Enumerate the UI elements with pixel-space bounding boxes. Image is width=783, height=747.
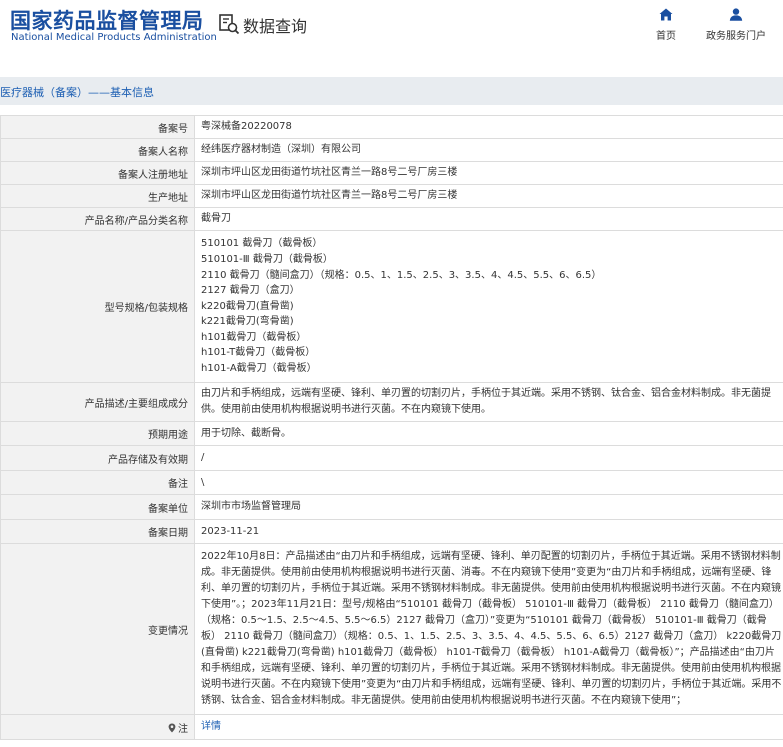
table-row: 型号规格/包装规格 510101 截骨刀（截骨板） 510101-Ⅲ 截骨刀（截…	[0, 230, 783, 383]
field-value: 2023-11-21	[194, 519, 783, 544]
table-row: 备案日期 2023-11-21	[0, 519, 783, 544]
field-label: 产品存储及有效期	[0, 445, 195, 471]
field-label: 注	[178, 723, 188, 735]
field-label: 备案号	[0, 115, 195, 139]
field-value: 用于切除、截断骨。	[194, 421, 783, 446]
pin-icon	[168, 723, 176, 732]
change-history: 2022年10月8日：产品描述由“由刀片和手柄组成，远端有坚硬、锋利、单刃配置的…	[194, 543, 783, 715]
note-value-cell: 详情	[194, 714, 783, 740]
field-label: 备案人注册地址	[0, 161, 195, 185]
model-item: 510101-Ⅲ 截骨刀（截骨板）	[201, 253, 333, 265]
field-label: 产品名称/产品分类名称	[0, 207, 195, 231]
field-value: 经纬医疗器材制造（深圳）有限公司	[194, 138, 783, 162]
field-value: /	[194, 445, 783, 471]
model-item: 2127 截骨刀（盒刀）	[201, 285, 300, 297]
model-item: h101-T截骨刀（截骨板）	[201, 347, 316, 359]
field-label: 生产地址	[0, 184, 195, 208]
field-label: 备案日期	[0, 519, 195, 544]
nav-service-portal-label: 政务服务门户	[706, 31, 766, 42]
table-row: 备注 \	[0, 470, 783, 495]
model-item: 2110 截骨刀（髓间盒刀）（规格：0.5、1、1.5、2.5、3、3.5、4、…	[201, 269, 602, 281]
nav-service-portal[interactable]: 政务服务门户	[700, 8, 772, 42]
model-list: 510101 截骨刀（截骨板） 510101-Ⅲ 截骨刀（截骨板） 2110 截…	[194, 230, 783, 383]
details-link[interactable]: 详情	[201, 721, 221, 732]
table-row: 备案单位 深圳市市场监督管理局	[0, 494, 783, 520]
table-row: 备案人名称 经纬医疗器材制造（深圳）有限公司	[0, 138, 783, 162]
model-item: 510101 截骨刀（截骨板）	[201, 238, 323, 250]
table-row: 注 详情	[0, 714, 783, 740]
field-label: 备案人名称	[0, 138, 195, 162]
model-item: k221截骨刀(弯骨凿)	[201, 316, 294, 328]
page-title: 数据查询	[243, 17, 308, 36]
model-item: h101截骨刀（截骨板）	[201, 331, 307, 343]
site-header: 国家药品监督管理局 National Medical Products Admi…	[0, 0, 783, 62]
field-label: 备案单位	[0, 494, 195, 520]
nav-home[interactable]: 首页	[651, 8, 681, 42]
data-query-icon	[219, 14, 240, 35]
table-row: 备案人注册地址 深圳市坪山区龙田街道竹坑社区青兰一路8号二号厂房三楼	[0, 161, 783, 185]
field-value: 深圳市坪山区龙田街道竹坑社区青兰一路8号二号厂房三楼	[194, 184, 783, 208]
field-value: 粤深械备20220078	[194, 115, 783, 139]
breadcrumb[interactable]: 医疗器械（备案）——基本信息	[0, 84, 154, 100]
table-row: 产品存储及有效期 /	[0, 445, 783, 471]
model-item: k220截骨刀(直骨凿)	[201, 300, 294, 312]
nav-home-label: 首页	[656, 31, 676, 42]
field-value: 由刀片和手柄组成，远端有坚硬、锋利、单刃置的切割刃片，手柄位于其近端。采用不锈钢…	[194, 382, 783, 422]
detail-table: 备案号 粤深械备20220078 备案人名称 经纬医疗器材制造（深圳）有限公司 …	[0, 115, 783, 740]
field-value: 深圳市坪山区龙田街道竹坑社区青兰一路8号二号厂房三楼	[194, 161, 783, 185]
breadcrumb-bar: 医疗器械（备案）——基本信息	[0, 77, 783, 105]
table-row: 生产地址 深圳市坪山区龙田街道竹坑社区青兰一路8号二号厂房三楼	[0, 184, 783, 208]
site-logo-title[interactable]: 国家药品监督管理局	[10, 5, 204, 35]
field-label: 备注	[0, 470, 195, 495]
note-label-cell: 注	[0, 714, 195, 740]
model-item: h101-A截骨刀（截骨板）	[201, 363, 317, 375]
table-row: 产品描述/主要组成成分 由刀片和手柄组成，远端有坚硬、锋利、单刃置的切割刃片，手…	[0, 382, 783, 422]
table-row: 备案号 粤深械备20220078	[0, 115, 783, 139]
field-label: 产品描述/主要组成成分	[0, 382, 195, 422]
table-row: 预期用途 用于切除、截断骨。	[0, 421, 783, 446]
field-value: 深圳市市场监督管理局	[194, 494, 783, 520]
user-icon	[729, 8, 743, 21]
field-value: \	[194, 470, 783, 495]
field-label: 型号规格/包装规格	[0, 230, 195, 383]
field-label: 变更情况	[0, 543, 195, 715]
table-row: 产品名称/产品分类名称 截骨刀	[0, 207, 783, 231]
table-row: 变更情况 2022年10月8日：产品描述由“由刀片和手柄组成，远端有坚硬、锋利、…	[0, 543, 783, 715]
field-value: 截骨刀	[194, 207, 783, 231]
field-label: 预期用途	[0, 421, 195, 446]
home-icon	[659, 8, 673, 21]
site-logo-subtitle: National Medical Products Administration	[11, 32, 217, 43]
